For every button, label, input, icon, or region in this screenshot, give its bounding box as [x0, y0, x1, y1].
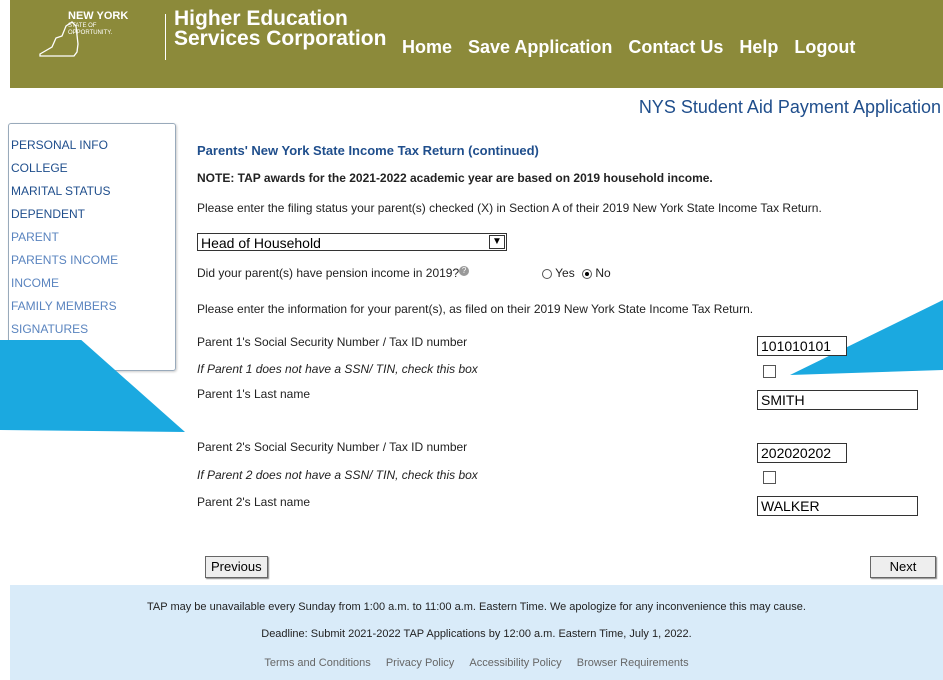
chevron-down-icon: ▼	[489, 235, 505, 249]
footer-link-accessibility[interactable]: Accessibility Policy	[469, 657, 561, 669]
pension-radio-group: Yes No	[542, 266, 611, 280]
footer-link-browser[interactable]: Browser Requirements	[577, 657, 689, 669]
section-title: Parents' New York State Income Tax Retur…	[197, 143, 539, 158]
footer-deadline-note: Deadline: Submit 2021-2022 TAP Applicati…	[261, 628, 692, 640]
top-nav: Home Save Application Contact Us Help Lo…	[402, 37, 855, 65]
parent1-last-input[interactable]: SMITH	[757, 390, 918, 410]
footer-link-terms[interactable]: Terms and Conditions	[264, 657, 370, 669]
pension-yes-radio[interactable]	[542, 268, 552, 279]
pension-no-label: No	[595, 266, 611, 280]
nav-save-application[interactable]: Save Application	[468, 37, 612, 65]
parent-info-prompt: Please enter the information for your pa…	[197, 302, 754, 316]
footer-links: Terms and Conditions Privacy Policy Acce…	[10, 657, 943, 669]
nav-contact-us[interactable]: Contact Us	[628, 37, 723, 65]
parent1-nossn-label: If Parent 1 does not have a SSN/ TIN, ch…	[197, 362, 478, 376]
sidebar-item-parents-income[interactable]: PARENTS INCOME	[9, 249, 175, 272]
pension-no-radio[interactable]	[582, 268, 593, 279]
pension-question: Did your parent(s) have pension income i…	[197, 266, 470, 280]
app-title: NYS Student Aid Payment Application	[638, 97, 941, 117]
sidebar-item-dependent[interactable]: DEPENDENT	[9, 203, 175, 226]
parent1-ssn-label: Parent 1's Social Security Number / Tax …	[197, 335, 468, 349]
filing-status-select[interactable]: Head of Household ▼	[197, 233, 507, 251]
parent1-last-label: Parent 1's Last name	[197, 387, 311, 401]
sidebar-item-family-members[interactable]: FAMILY MEMBERS	[9, 295, 175, 318]
footer-availability-note: TAP may be unavailable every Sunday from…	[147, 601, 806, 613]
previous-button[interactable]: Previous	[205, 556, 268, 578]
parent2-nossn-checkbox[interactable]	[763, 471, 776, 484]
parent2-last-input[interactable]: WALKER	[757, 496, 918, 516]
next-button[interactable]: Next	[870, 556, 936, 578]
agency-name: Higher Education Services Corporation	[174, 7, 387, 50]
sidebar-item-marital-status[interactable]: MARITAL STATUS	[9, 180, 175, 203]
nav-logout[interactable]: Logout	[794, 37, 855, 65]
pension-yes-label: Yes	[555, 266, 575, 280]
ny-logo-title: NEW YORK	[68, 10, 129, 22]
sidebar-item-signatures[interactable]: SIGNATURES	[9, 318, 175, 341]
sidebar-item-college[interactable]: COLLEGE	[9, 157, 175, 180]
parent2-ssn-input[interactable]: 202020202	[757, 443, 847, 463]
logo-divider	[165, 14, 166, 60]
parent1-nossn-checkbox[interactable]	[763, 365, 776, 378]
nav-home[interactable]: Home	[402, 37, 452, 65]
site-header: NEW YORK STATE OF OPPORTUNITY. Higher Ed…	[10, 0, 943, 88]
income-note: NOTE: TAP awards for the 2021-2022 acade…	[197, 171, 713, 185]
ny-logo-subtitle: STATE OF OPPORTUNITY.	[68, 23, 113, 36]
filing-status-value: Head of Household	[201, 235, 321, 251]
nav-help[interactable]: Help	[739, 37, 778, 65]
sidebar-nav: PERSONAL INFO COLLEGE MARITAL STATUS DEP…	[8, 123, 176, 371]
parent2-last-label: Parent 2's Last name	[197, 495, 311, 509]
parent1-ssn-input[interactable]: 101010101	[757, 336, 847, 356]
sidebar-item-personal-info[interactable]: PERSONAL INFO	[9, 134, 175, 157]
parent2-nossn-label: If Parent 2 does not have a SSN/ TIN, ch…	[197, 468, 478, 482]
parent2-ssn-label: Parent 2's Social Security Number / Tax …	[197, 440, 468, 454]
footer-link-privacy[interactable]: Privacy Policy	[386, 657, 454, 669]
site-footer: TAP may be unavailable every Sunday from…	[10, 585, 943, 680]
help-icon[interactable]: ?	[459, 266, 470, 276]
sidebar-item-income[interactable]: INCOME	[9, 272, 175, 295]
callout-left-arrow	[0, 340, 185, 432]
filing-status-prompt: Please enter the filing status your pare…	[197, 201, 822, 215]
sidebar-item-parent[interactable]: PARENT	[9, 226, 175, 249]
